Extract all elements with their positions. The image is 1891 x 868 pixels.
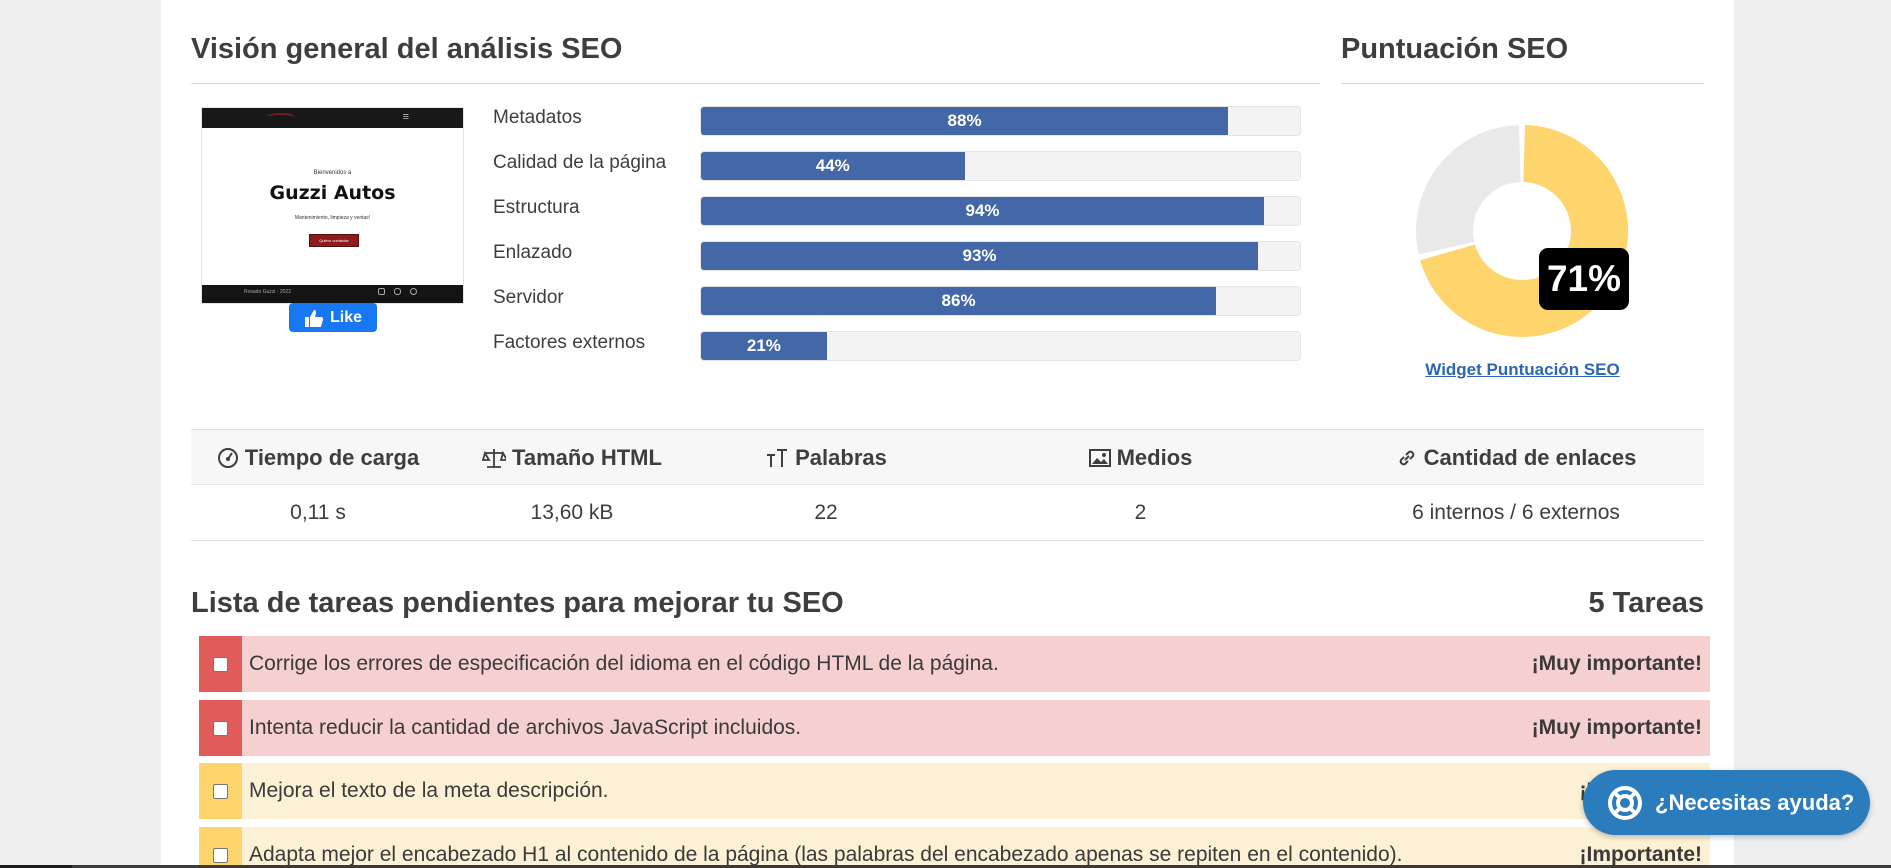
tasks-title: Lista de tareas pendientes para mejorar …: [191, 587, 844, 619]
speedometer-icon: [217, 447, 239, 469]
task-importance: ¡Muy importante!: [1531, 716, 1702, 739]
bar-label: Factores externos: [493, 332, 646, 353]
task-checkbox[interactable]: [213, 657, 228, 672]
bar-label: Calidad de la página: [493, 152, 667, 173]
progress-bar-track: 21%: [700, 331, 1301, 361]
thumbnail-header: ≡: [202, 108, 463, 128]
progress-bar-fill: 86%: [701, 287, 1217, 315]
scale-icon: [482, 447, 507, 469]
instagram-icon: [394, 288, 401, 295]
thumbnail-subtitle: Bienvenidos a: [313, 170, 352, 176]
bar-label: Enlazado: [493, 242, 573, 263]
task-checkbox[interactable]: [213, 721, 228, 736]
progress-bar-track: 93%: [700, 241, 1301, 271]
help-button[interactable]: ¿Necesitas ayuda?: [1583, 770, 1870, 835]
donut-empty-segment: [1416, 125, 1521, 255]
thumbnail-footer: Rosado Guzzi · 2022: [202, 285, 463, 303]
progress-bar-track: 88%: [700, 106, 1301, 136]
task-item: Intenta reducir la cantidad de archivos …: [199, 700, 1710, 756]
progress-bar-track: 86%: [700, 286, 1301, 316]
stat-header-media: Medios: [953, 430, 1328, 486]
task-importance: ¡Importante!: [1579, 843, 1703, 866]
facebook-icon: [410, 288, 417, 295]
task-item: Adapta mejor el encabezado H1 al conteni…: [199, 827, 1710, 868]
task-item: Corrige los errores de especificación de…: [199, 636, 1710, 692]
facebook-like-button[interactable]: Like: [289, 303, 377, 332]
thumbnail-button: Quiero contactar: [309, 234, 359, 247]
thumbnail-tagline: Mantenimiento, limpieza y ventas!: [294, 215, 371, 221]
task-text: Mejora el texto de la meta descripción.: [249, 779, 609, 802]
progress-bar-fill: 93%: [701, 242, 1259, 270]
progress-bar-track: 94%: [700, 196, 1301, 226]
thumbnail-footer-text: Rosado Guzzi · 2022: [244, 289, 291, 295]
stat-value-media: 2: [1134, 501, 1147, 524]
seo-score-value: 71%: [1539, 248, 1629, 310]
stat-value-links: 6 internos / 6 externos: [1412, 501, 1620, 524]
link-icon: [1396, 447, 1418, 469]
progress-bar-track: 44%: [700, 151, 1301, 181]
overview-title: Visión general del análisis SEO: [191, 33, 623, 65]
tasks-count: 5 Tareas: [1588, 587, 1704, 619]
stat-value-html-size: 13,60 kB: [530, 501, 614, 524]
stat-header-words: Palabras: [699, 430, 953, 486]
bar-label: Servidor: [493, 287, 564, 308]
progress-bar-fill: 44%: [701, 152, 965, 180]
overview-divider: [191, 83, 1320, 84]
widget-score-link[interactable]: Widget Puntuación SEO: [1400, 360, 1645, 380]
score-title: Puntuación SEO: [1341, 33, 1569, 65]
stat-value-words: 22: [814, 501, 838, 524]
progress-bar-fill: 94%: [701, 197, 1265, 225]
website-thumbnail[interactable]: ≡ Bienvenidos a Guzzi Autos Mantenimient…: [201, 107, 464, 304]
image-icon: [1088, 448, 1111, 468]
thumbnail-logo: [267, 113, 295, 121]
whatsapp-icon: [378, 288, 385, 295]
bar-label: Estructura: [493, 197, 580, 218]
stat-header-load-time: Tiempo de carga: [191, 430, 445, 486]
thumbs-up-icon: [304, 309, 324, 327]
thumbnail-site-name: Guzzi Autos: [269, 182, 396, 204]
task-text: Intenta reducir la cantidad de archivos …: [249, 716, 802, 739]
lifebuoy-icon: [1608, 785, 1642, 820]
task-item: Mejora el texto de la meta descripción.¡…: [199, 763, 1710, 819]
stat-header-links: Cantidad de enlaces: [1328, 430, 1704, 486]
hamburger-menu-icon: ≡: [402, 111, 409, 123]
bar-label: Metadatos: [493, 107, 582, 128]
stats-value-row: 0,11 s 13,60 kB 22 2 6 internos / 6 exte…: [191, 485, 1704, 541]
progress-bar-fill: 88%: [701, 107, 1229, 135]
task-checkbox[interactable]: [213, 848, 228, 863]
task-importance: ¡Muy importante!: [1531, 652, 1702, 675]
stat-header-html-size: Tamaño HTML: [445, 430, 699, 486]
help-label: ¿Necesitas ayuda?: [1655, 789, 1855, 815]
task-text: Corrige los errores de especificación de…: [249, 652, 999, 675]
stats-header-row: Tiempo de carga Tamaño HTML Palabras Med…: [191, 429, 1704, 485]
stat-value-load-time: 0,11 s: [290, 501, 346, 524]
progress-bar-fill: 21%: [701, 332, 827, 360]
task-text: Adapta mejor el encabezado H1 al conteni…: [249, 843, 1403, 866]
text-size-icon: [765, 447, 789, 469]
like-label: Like: [329, 308, 362, 326]
task-checkbox[interactable]: [213, 784, 228, 799]
score-divider: [1341, 83, 1704, 84]
